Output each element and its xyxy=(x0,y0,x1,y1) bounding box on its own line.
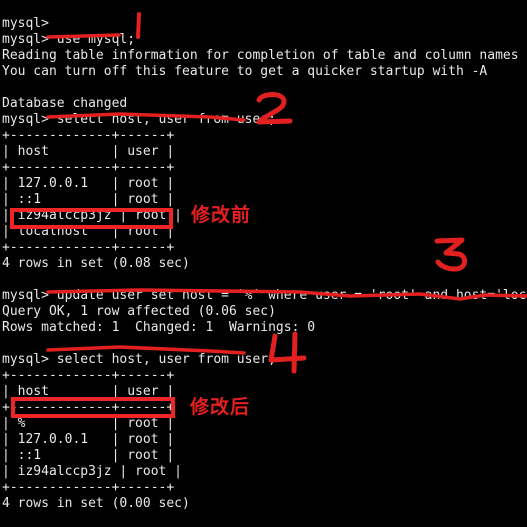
terminal-line: | % | root | xyxy=(2,416,175,431)
terminal-line: | localhost | root | xyxy=(2,224,175,239)
terminal-output[interactable]: mysql> mysql> use mysql; Reading table inf… xyxy=(0,13,527,527)
terminal-line: +-------------+------+ xyxy=(2,240,175,255)
terminal-line: Reading table information for completion… xyxy=(2,48,519,63)
terminal-line: mysql> update user set host = '%' where … xyxy=(2,288,527,303)
terminal-line: 4 rows in set (0.08 sec) xyxy=(2,256,190,271)
terminal-line: +-------------+------+ xyxy=(2,368,175,383)
terminal-line: 4 rows in set (0.00 sec) xyxy=(2,496,190,511)
terminal-line: +-------------+------+ xyxy=(2,480,175,495)
terminal-line: +-------------+------+ xyxy=(2,128,175,143)
terminal-line: Rows matched: 1 Changed: 1 Warnings: 0 xyxy=(2,320,316,335)
terminal-line: mysql> select host, user from user; xyxy=(2,112,276,127)
terminal-line: | 127.0.0.1 | root | xyxy=(2,432,175,447)
terminal-line: | iz94alccp3jz | root | xyxy=(2,464,183,479)
terminal-line: | iz94alccp3jz | root | xyxy=(2,208,183,223)
terminal-line: Query OK, 1 row affected (0.06 sec) xyxy=(2,304,276,319)
terminal-line: You can turn off this feature to get a q… xyxy=(2,64,488,79)
terminal-line: | ::1 | root | xyxy=(2,192,175,207)
terminal-line: mysql> use mysql; xyxy=(2,32,136,47)
terminal-screenshot: mysql> mysql> use mysql; Reading table inf… xyxy=(0,0,527,527)
terminal-line: mysql> xyxy=(2,16,49,31)
terminal-line: | host | user | xyxy=(2,384,175,399)
terminal-line: | 127.0.0.1 | root | xyxy=(2,176,175,191)
terminal-line: +-------------+------+ xyxy=(2,400,175,415)
terminal-line: | ::1 | root | xyxy=(2,448,175,463)
terminal-line: | host | user | xyxy=(2,144,175,159)
terminal-line: mysql> select host, user from user; xyxy=(2,352,276,367)
terminal-line: +-------------+------+ xyxy=(2,160,175,175)
terminal-line: Database changed xyxy=(2,96,128,111)
